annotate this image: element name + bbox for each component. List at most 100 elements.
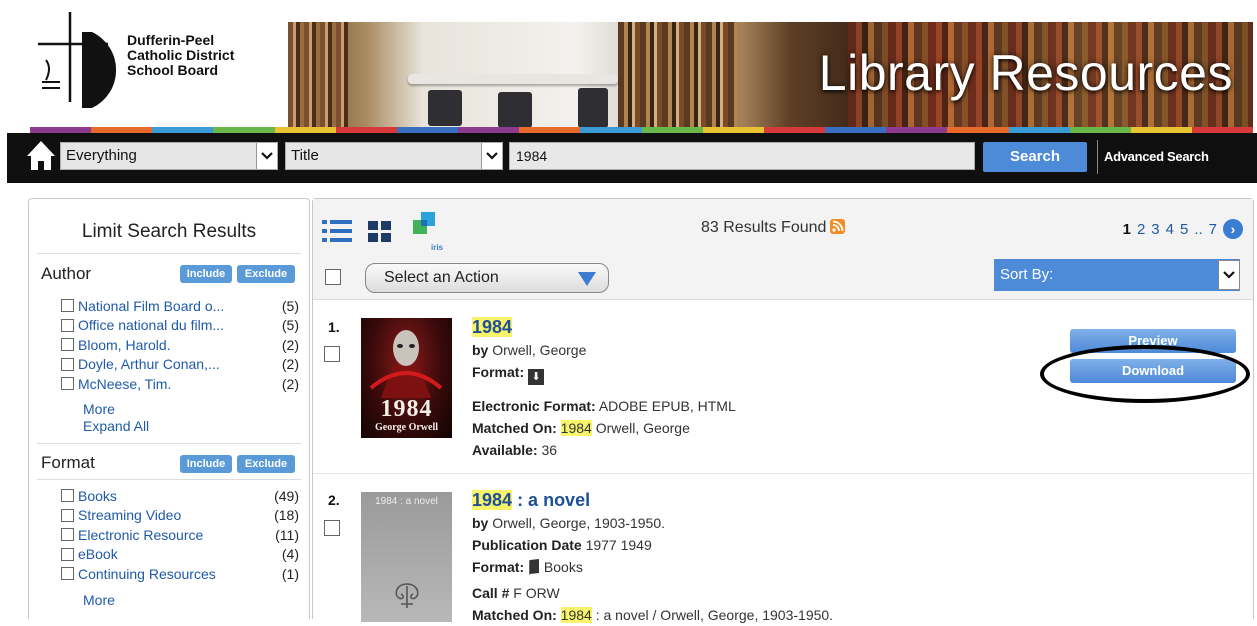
author-more-link[interactable]: More — [83, 401, 115, 418]
select-action-dropdown[interactable]: Select an Action — [365, 263, 609, 293]
result-format-line: Format: Books — [472, 556, 833, 578]
result-title[interactable]: 1984 : a novel — [472, 488, 833, 512]
site-banner: Dufferin-Peel Catholic District School B… — [0, 0, 1257, 134]
facet-item[interactable]: Doyle, Arthur Conan,... (2) — [61, 355, 299, 375]
facet-item[interactable]: eBook (4) — [61, 545, 299, 565]
search-scope-select[interactable]: Everything — [60, 142, 278, 170]
facet-item[interactable]: National Film Board o... (5) — [61, 296, 299, 316]
search-field-value: Title — [291, 147, 319, 164]
rss-icon[interactable] — [830, 219, 846, 234]
book-cover-1984[interactable]: 1984 George Orwell — [361, 318, 452, 438]
publication-date-label: Publication Date — [472, 537, 582, 553]
school-board-name: Dufferin-Peel Catholic District School B… — [127, 33, 234, 78]
facet-label[interactable]: Streaming Video — [78, 507, 271, 523]
facet-checkbox[interactable] — [61, 338, 74, 352]
facet-checkbox[interactable] — [61, 357, 74, 371]
format-label: Format: — [472, 364, 525, 380]
select-action-label: Select an Action — [384, 269, 499, 286]
iris-label: iris — [430, 243, 443, 252]
search-button[interactable]: Search — [983, 142, 1087, 172]
iris-view-button[interactable]: iris — [409, 212, 443, 252]
facet-checkbox[interactable] — [61, 318, 74, 332]
facet-label[interactable]: Books — [78, 488, 271, 504]
format-include-button[interactable]: Include — [180, 455, 232, 473]
facet-checkbox[interactable] — [61, 489, 74, 503]
facet-item[interactable]: Streaming Video (18) — [61, 506, 299, 526]
list-view-icon[interactable] — [322, 219, 352, 243]
divider — [37, 479, 301, 480]
divider — [37, 253, 301, 254]
page-link[interactable]: 2 — [1137, 221, 1145, 238]
sort-by-label: Sort By: — [1000, 266, 1054, 283]
sort-by-select[interactable]: Sort By: — [994, 259, 1240, 291]
facet-label[interactable]: Continuing Resources — [78, 566, 271, 582]
grid-view-icon[interactable] — [368, 221, 392, 243]
bookshelf — [288, 22, 348, 130]
result-title-text[interactable]: 1984 — [472, 490, 513, 510]
search-input[interactable]: 1984 — [509, 142, 975, 170]
facet-item[interactable]: Continuing Resources (1) — [61, 564, 299, 584]
facet-checkbox[interactable] — [61, 547, 74, 561]
result-author[interactable]: Orwell, George, 1903-1950. — [492, 515, 665, 531]
facet-label[interactable]: National Film Board o... — [78, 298, 271, 314]
result-title-text[interactable]: 1984 — [472, 317, 513, 337]
facet-author-heading: Author — [41, 264, 92, 283]
result-metadata: 1984 : a novel by Orwell, George, 1903-1… — [472, 488, 833, 626]
author-include-button[interactable]: Include — [180, 265, 232, 283]
author-expand-all-link[interactable]: Expand All — [83, 418, 149, 435]
banner-title: Library Resources — [818, 45, 1233, 101]
facet-item[interactable]: Bloom, Harold. (2) — [61, 335, 299, 355]
result-number: 2. — [328, 492, 340, 508]
facet-label[interactable]: McNeese, Tim. — [78, 376, 271, 392]
facet-label[interactable]: eBook — [78, 546, 271, 562]
book-cover-1984-novel[interactable]: 1984 : a novel — [361, 492, 452, 622]
facet-label[interactable]: Doyle, Arthur Conan,... — [78, 356, 271, 372]
result-format-line: Format: ⬇ — [472, 361, 736, 385]
facet-item[interactable]: Electronic Resource (11) — [61, 525, 299, 545]
advanced-search-link[interactable]: Advanced Search — [1097, 140, 1209, 174]
result-checkbox[interactable] — [324, 520, 340, 536]
facet-checkbox[interactable] — [61, 528, 74, 542]
result-title[interactable]: 1984 — [472, 315, 736, 339]
publication-date-line: Publication Date 1977 1949 — [472, 534, 833, 556]
next-page-icon[interactable]: › — [1223, 219, 1243, 239]
facet-label[interactable]: Bloom, Harold. — [78, 337, 271, 353]
result-author[interactable]: Orwell, George — [492, 342, 586, 358]
facet-checkbox[interactable] — [61, 377, 74, 391]
page-link[interactable]: 4 — [1166, 221, 1174, 238]
results-count: 83 Results Found — [701, 219, 846, 237]
facet-label[interactable]: Office national du film... — [78, 317, 271, 333]
page-link-current[interactable]: 1 — [1123, 221, 1131, 238]
facet-checkbox[interactable] — [61, 299, 74, 313]
page-link[interactable]: 5 — [1180, 221, 1188, 238]
matched-on-line: Matched On: 1984 : a novel / Orwell, Geo… — [472, 604, 833, 626]
page-link[interactable]: 3 — [1151, 221, 1159, 238]
facet-item[interactable]: McNeese, Tim. (2) — [61, 374, 299, 394]
facet-item[interactable]: Books (49) — [61, 486, 299, 506]
author-exclude-button[interactable]: Exclude — [237, 265, 295, 283]
facet-count: (5) — [281, 297, 299, 314]
book-icon — [529, 559, 540, 575]
select-all-checkbox[interactable] — [325, 269, 341, 285]
publication-date-value: 1977 1949 — [585, 537, 652, 553]
chevron-down-icon — [481, 143, 502, 169]
facet-checkbox[interactable] — [61, 567, 74, 581]
format-facet-list: Books (49) Streaming Video (18) Electronic… — [61, 486, 299, 584]
facet-item[interactable]: Office national du film... (5) — [61, 316, 299, 336]
facet-label[interactable]: Electronic Resource — [78, 527, 271, 543]
author-facet-list: National Film Board o... (5) Office natio… — [61, 296, 299, 394]
result-checkbox[interactable] — [324, 346, 340, 362]
format-exclude-button[interactable]: Exclude — [237, 455, 295, 473]
matched-highlight: 1984 — [560, 420, 592, 436]
matched-on-label: Matched On: — [472, 607, 557, 623]
result-title-rest[interactable]: : a novel — [517, 490, 590, 510]
matched-rest: : a novel / Orwell, George, 1903-1950. — [595, 607, 834, 623]
library-chair — [498, 92, 532, 128]
format-more-link[interactable]: More — [83, 592, 115, 609]
page-link[interactable]: 7 — [1209, 221, 1217, 238]
facet-checkbox[interactable] — [61, 508, 74, 522]
home-icon[interactable] — [26, 138, 56, 174]
search-field-select[interactable]: Title — [285, 142, 503, 170]
facet-count: (2) — [281, 375, 299, 392]
facet-count: (49) — [274, 487, 299, 504]
